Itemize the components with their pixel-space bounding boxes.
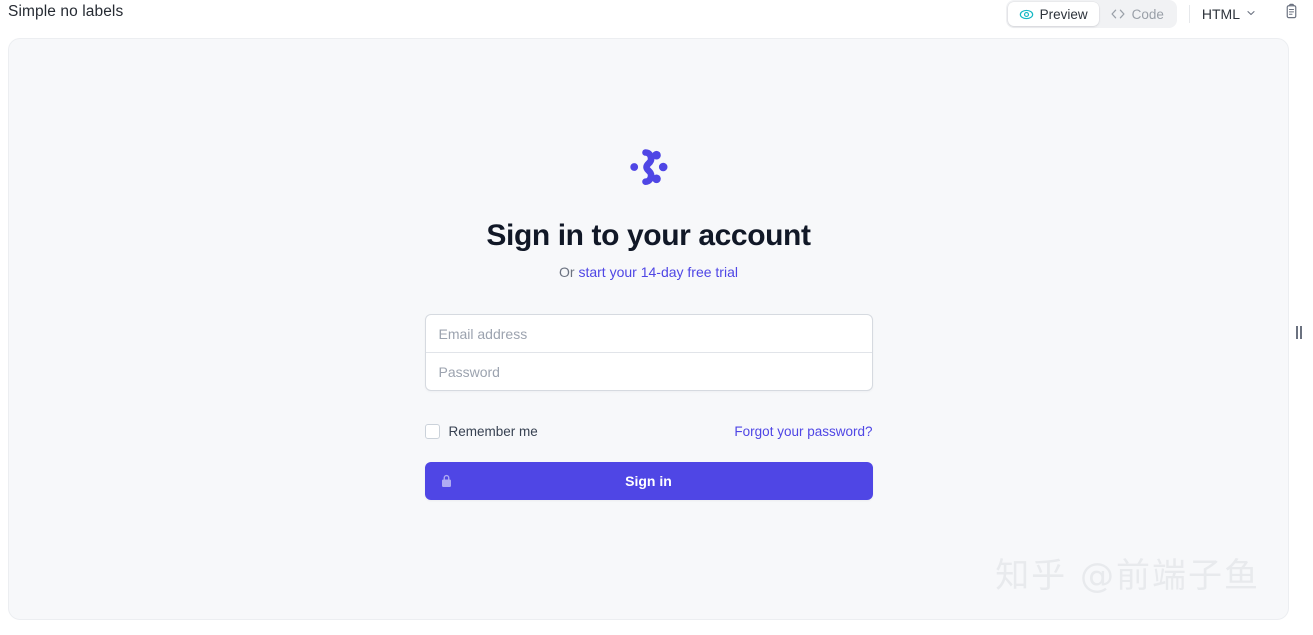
forgot-password-link[interactable]: Forgot your password? — [734, 424, 872, 439]
view-mode-segmented-control: Preview Code — [1005, 0, 1177, 28]
logo-row — [425, 143, 873, 196]
tab-code[interactable]: Code — [1099, 2, 1175, 26]
email-input[interactable] — [425, 315, 872, 352]
tab-preview[interactable]: Preview — [1007, 2, 1099, 26]
remember-me-label: Remember me — [448, 423, 538, 439]
lock-closed-icon — [439, 474, 454, 489]
toolbar-actions: Preview Code HTML — [1005, 0, 1313, 28]
language-select[interactable]: HTML — [1198, 2, 1261, 26]
molecule-dots-logo — [625, 143, 673, 196]
free-trial-link[interactable]: start your 14-day free trial — [578, 264, 738, 280]
signin-form-container: Sign in to your account Or start your 14… — [424, 143, 873, 500]
tab-preview-label: Preview — [1039, 6, 1088, 22]
sign-in-button[interactable]: Sign in — [424, 462, 873, 500]
tab-code-label: Code — [1131, 6, 1164, 22]
eye-icon — [1019, 7, 1034, 22]
grip-bar — [1300, 325, 1302, 339]
clipboard-icon — [1283, 3, 1300, 25]
watermark: 知乎 @前端子鱼 — [995, 556, 1260, 596]
remember-me-control[interactable]: Remember me — [424, 423, 538, 439]
preview-panel: Sign in to your account Or start your 14… — [8, 38, 1289, 620]
signin-subtitle: Or start your 14-day free trial — [425, 262, 873, 282]
remember-me-checkbox[interactable] — [424, 423, 440, 439]
signin-subtitle-prefix: Or — [559, 264, 579, 280]
code-brackets-icon — [1110, 7, 1126, 21]
copy-code-button[interactable] — [1277, 0, 1305, 28]
form-options-row: Remember me Forgot your password? — [424, 422, 873, 440]
signin-heading: Sign in to your account — [486, 219, 811, 252]
password-input[interactable] — [425, 353, 872, 390]
chevron-down-icon — [1245, 6, 1257, 22]
page-title: Simple no labels — [8, 3, 124, 20]
language-select-value: HTML — [1201, 6, 1240, 22]
resize-grip-icon[interactable] — [1294, 324, 1304, 340]
grip-bar — [1296, 325, 1298, 339]
sign-in-button-label: Sign in — [625, 473, 672, 489]
toolbar-divider — [1188, 5, 1190, 23]
top-toolbar: Simple no labels Preview Code HTML — [0, 0, 1313, 28]
credentials-field-group — [424, 314, 873, 391]
